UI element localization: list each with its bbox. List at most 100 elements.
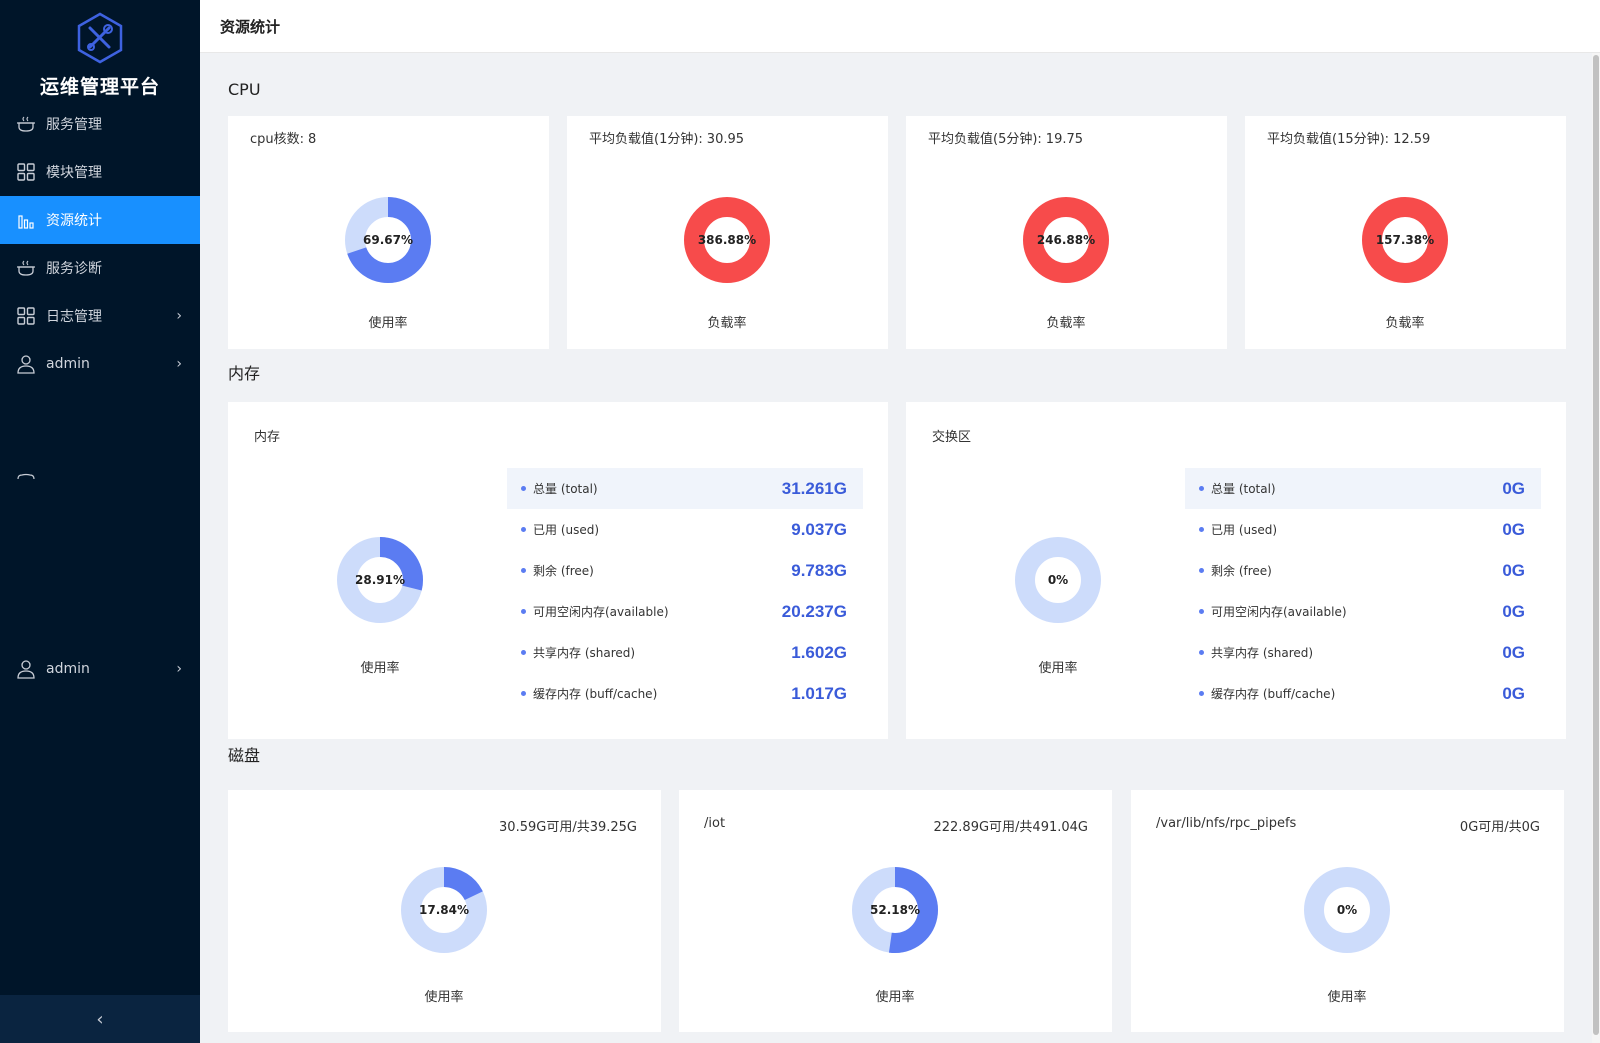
grid-icon [16,306,36,326]
cpu-card-2: 平均负载值(5分钟): 19.75 246.88% 负载率 [906,116,1227,349]
sidebar-item-0[interactable]: 服务管理 [0,100,200,148]
cpu-card-label: 平均负载值(15分钟): 12.59 [1267,128,1430,147]
cpu-card-label: cpu核数: 8 [250,128,316,147]
stat-name: 可用空闲内存(available) [521,603,669,620]
donut-percent-label: 386.88% [698,233,756,247]
bullet-dot-icon [521,527,526,532]
memory-stats-list: 总量 (total) 31.261G 已用 (used) 9.037G 剩余 (free… [507,468,863,714]
cpu-donut-chart: 246.88% [1023,197,1109,283]
sidebar-item-label: 模块管理 [46,165,102,181]
stat-value: 31.261G [781,478,847,498]
sidebar-user-bottom[interactable]: admin › [0,645,200,693]
sidebar-item-1[interactable]: 模块管理 [0,148,200,196]
scrollbar-thumb[interactable] [1593,55,1599,1035]
stat-row: 已用 (used) 9.037G [507,509,863,550]
bullet-dot-icon [521,609,526,614]
bullet-dot-icon [1199,691,1204,696]
chevron-right-icon: › [176,356,182,372]
sidebar-item-2[interactable]: 资源统计 [0,196,200,244]
sidebar-item-4[interactable]: 日志管理 › [0,292,200,340]
cpu-card-label: 平均负载值(5分钟): 19.75 [928,128,1083,147]
disk-donut-chart: 52.18% [852,867,938,953]
stat-name-text: 可用空闲内存(available) [533,605,669,619]
cpu-card-0: cpu核数: 8 69.67% 使用率 [228,116,549,349]
donut-percent-label: 0% [1337,903,1357,917]
stat-row: 可用空闲内存(available) 20.237G [507,591,863,632]
stat-name-text: 总量 (total) [1211,482,1276,496]
stat-name-text: 共享内存 (shared) [533,646,636,660]
donut-caption: 使用率 [875,990,915,1005]
stat-value: 1.017G [791,683,847,703]
chevron-right-icon: › [176,661,182,677]
sidebar-item-label: 服务管理 [46,117,102,133]
stat-row: 共享内存 (shared) 0G [1185,632,1541,673]
stat-row: 剩余 (free) 0G [1185,550,1541,591]
donut-caption: 使用率 [368,316,408,331]
stat-value: 0G [1502,601,1525,621]
stat-row: 可用空闲内存(available) 0G [1185,591,1541,632]
stat-value: 9.037G [791,519,847,539]
donut-caption: 负载率 [1046,316,1086,331]
bullet-dot-icon [521,568,526,573]
app-title: 运维管理平台 [39,76,160,98]
vertical-scrollbar[interactable] [1592,53,1600,1043]
stat-row: 总量 (total) 0G [1185,468,1541,509]
disk-usage-text: 222.89G可用/共491.04G [933,820,1088,835]
stat-name: 已用 (used) [521,521,599,538]
sidebar-menu: 服务管理 模块管理 资源统计 服务诊断 日志管理 › admin › [0,100,200,388]
chevron-right-icon: › [176,308,182,324]
donut-percent-label: 246.88% [1037,233,1095,247]
donut-percent-label: 69.67% [363,233,413,247]
cpu-donut-chart: 386.88% [684,197,770,283]
sidebar: 运维管理平台 服务管理 模块管理 资源统计 服务诊断 日志管理 › admin › admin… [0,0,200,1043]
swap-donut-chart: 0% [1015,537,1101,623]
cpu-card-label: 平均负载值(1分钟): 30.95 [589,128,744,147]
tools-logo-icon [77,12,123,64]
donut-percent-label: 28.91% [355,573,405,587]
donut-percent-label: 157.38% [1376,233,1434,247]
cpu-card-1: 平均负载值(1分钟): 30.95 386.88% 负载率 [567,116,888,349]
stat-row: 缓存内存 (buff/cache) 1.017G [507,673,863,714]
grid-icon [16,162,36,182]
cooking-pot-icon [16,258,36,278]
stat-name: 共享内存 (shared) [521,644,635,661]
disk-mount-path: /iot [704,816,726,831]
donut-caption: 使用率 [1038,661,1078,676]
metric-value: 12.59 [1393,132,1431,147]
chevron-left-icon: ‹ [96,1008,104,1030]
stat-name-text: 缓存内存 (buff/cache) [533,687,658,701]
cloud-icon [17,473,35,480]
section-title-cpu: CPU [228,80,261,99]
stat-name: 已用 (used) [1199,521,1277,538]
collapse-sidebar-button[interactable]: ‹ [0,995,200,1043]
stat-name-text: 可用空闲内存(available) [1211,605,1347,619]
swap-stats-list: 总量 (total) 0G 已用 (used) 0G 剩余 (free) 0G 可用空闲内存… [1185,468,1541,714]
bar-chart-icon [16,210,36,230]
sidebar-item-label: 日志管理 [46,309,102,325]
stat-value: 9.783G [791,560,847,580]
swap-card-title: 交换区 [932,430,972,445]
sidebar-item-5[interactable]: admin › [0,340,200,388]
metric-name: 平均负载值(5分钟): [928,132,1042,147]
bullet-dot-icon [521,486,526,491]
metric-value: 19.75 [1045,132,1084,147]
cpu-card-3: 平均负载值(15分钟): 12.59 157.38% 负载率 [1245,116,1566,349]
section-title-memory: 内存 [228,364,261,383]
stat-value: 0G [1502,683,1525,703]
disk-usage-text: 30.59G可用/共39.25G [499,820,637,835]
stat-name: 缓存内存 (buff/cache) [1199,685,1335,702]
donut-percent-label: 52.18% [870,903,920,917]
bullet-dot-icon [1199,609,1204,614]
stat-name: 剩余 (free) [521,562,594,579]
donut-percent-label: 0% [1048,573,1068,587]
sidebar-item-admin-2[interactable]: admin › [0,645,200,693]
stat-name-text: 已用 (used) [1211,523,1278,537]
page-title: 资源统计 [220,17,281,36]
donut-percent-label: 17.84% [419,903,469,917]
page-header: 资源统计 [200,0,1600,53]
stat-name: 总量 (total) [521,480,598,497]
sidebar-item-label: 服务诊断 [46,261,102,277]
sidebar-item-3[interactable]: 服务诊断 [0,244,200,292]
stat-name: 共享内存 (shared) [1199,644,1313,661]
stat-name-text: 缓存内存 (buff/cache) [1211,687,1336,701]
